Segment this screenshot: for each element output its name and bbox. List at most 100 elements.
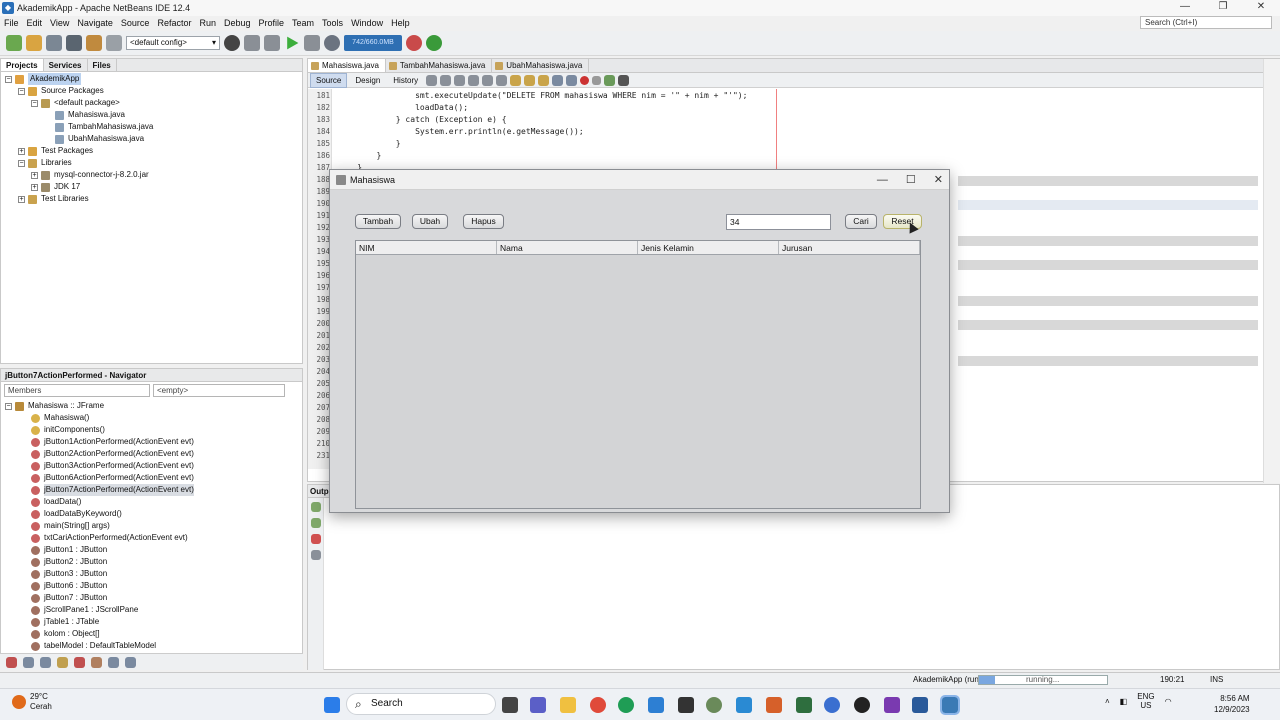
editor-tool-icon[interactable] [482,74,494,86]
filter-icon[interactable] [23,656,34,668]
code-line[interactable]: smt.executeUpdate("DELETE FROM mahasiswa… [338,91,747,100]
stop-macro-icon[interactable] [592,75,602,85]
ubah-button[interactable]: Ubah [412,214,448,229]
maximize-icon[interactable]: ☐ [906,170,916,190]
tree-item-project[interactable]: − AkademikApp [5,73,82,85]
filter-icon[interactable] [40,656,51,668]
language-indicator[interactable]: ENG [1137,692,1154,701]
editor-tool-icon[interactable] [538,74,550,86]
code-line[interactable]: } [338,151,382,160]
open-project-icon[interactable] [46,35,62,51]
tree-item-file[interactable]: Mahasiswa.java [55,109,125,121]
navigator-member[interactable]: txtCariActionPerformed(ActionEvent evt) [31,532,188,544]
navigator-member[interactable]: Mahasiswa() [31,412,89,424]
taskbar-search[interactable]: Search [346,693,496,715]
navigator-member[interactable]: jButton6 : JButton [31,580,107,592]
menu-refactor[interactable]: Refactor [153,18,195,28]
editor-tool-icon[interactable] [454,74,466,86]
minimize-icon[interactable]: — [877,170,888,190]
new-project-icon[interactable] [6,35,22,51]
app-icon[interactable] [912,697,928,713]
tree-item-file[interactable]: UbahMahasiswa.java [55,133,144,145]
maximize-icon[interactable]: ❐ [1204,0,1242,14]
windows-start-icon[interactable] [324,697,340,713]
run-status-label[interactable]: AkademikApp (run) [913,675,981,684]
column-header-nama[interactable]: Nama [497,241,638,254]
navigator-member[interactable]: kolom : Object[] [31,628,100,640]
navigator-member[interactable]: jButton1ActionPerformed(ActionEvent evt) [31,436,194,448]
memory-indicator[interactable]: 742/660.0MB [344,35,402,51]
code-line[interactable]: loadData(); [338,103,468,112]
comment-icon[interactable] [604,74,616,86]
code-line[interactable]: } [338,139,401,148]
browser-icon[interactable] [224,35,240,51]
editor-tab[interactable]: TambahMahasiswa.java [386,59,493,72]
menu-window[interactable]: Window [347,18,387,28]
menu-edit[interactable]: Edit [23,18,47,28]
hapus-button[interactable]: Hapus [463,214,504,229]
navigator-member[interactable]: jButton3 : JButton [31,568,107,580]
navigator-member[interactable]: jTable1 : JTable [31,616,99,628]
source-mode-button[interactable]: Source [310,72,348,88]
app-icon[interactable] [884,697,900,713]
wifi-icon[interactable]: ◠ [1165,697,1172,706]
stop-icon[interactable] [311,534,321,544]
members-select[interactable]: Members [4,384,150,397]
menu-profile[interactable]: Profile [255,18,289,28]
editor-tab[interactable]: Mahasiswa.java [308,59,386,72]
tree-item-libraries[interactable]: − Libraries [18,157,72,169]
navigator-member[interactable]: jButton6ActionPerformed(ActionEvent evt) [31,472,194,484]
navigator-member[interactable]: loadData() [31,496,81,508]
tree-item-test-libraries[interactable]: + Test Libraries [18,193,89,205]
redo-icon[interactable] [106,35,122,51]
file-explorer-icon[interactable] [560,697,576,713]
navigator-member[interactable]: jButton2ActionPerformed(ActionEvent evt) [31,448,194,460]
app-tray-icon[interactable]: ◧ [1120,697,1128,706]
app-icon[interactable] [796,697,812,713]
gc-icon[interactable] [406,35,422,51]
tab-projects[interactable]: Projects [1,59,44,71]
editor-tool-icon[interactable] [440,74,452,86]
sort-icon[interactable] [108,656,119,668]
navigator-member[interactable]: jButton3ActionPerformed(ActionEvent evt) [31,460,194,472]
filter-icon[interactable] [74,656,85,668]
tree-item-test-packages[interactable]: + Test Packages [18,145,93,157]
editor-tool-icon[interactable] [426,74,438,86]
menu-view[interactable]: View [46,18,73,28]
edge-icon[interactable] [618,697,634,713]
navigator-root[interactable]: − Mahasiswa :: JFrame [5,400,104,412]
menu-help[interactable]: Help [387,18,414,28]
app-icon[interactable] [824,697,840,713]
editor-tab[interactable]: UbahMahasiswa.java [492,59,590,72]
vscode-icon[interactable] [648,697,664,713]
run-icon[interactable] [287,36,299,50]
editor-tool-icon[interactable] [552,74,564,86]
search-input[interactable]: 34 [726,214,831,230]
chat-icon[interactable] [530,697,546,713]
profile-icon[interactable] [324,35,340,51]
sort-icon[interactable] [91,656,102,668]
ide-search-input[interactable]: Search (Ctrl+I) [1140,16,1272,29]
column-header-nim[interactable]: NIM [356,241,497,254]
menu-source[interactable]: Source [117,18,154,28]
app-icon[interactable] [678,697,694,713]
app-icon[interactable] [736,697,752,713]
navigator-member[interactable]: jButton2 : JButton [31,556,107,568]
navigator-member[interactable]: loadDataByKeyword() [31,508,122,520]
chrome-icon[interactable] [590,697,606,713]
cari-button[interactable]: Cari [845,214,877,229]
navigator-member[interactable]: main(String[] args) [31,520,110,532]
rerun-icon[interactable] [311,502,321,512]
menu-run[interactable]: Run [195,18,220,28]
close-icon[interactable]: ✕ [1242,0,1280,14]
code-line[interactable]: System.err.println(e.getMessage()); [338,127,584,136]
editor-scrollbar[interactable] [1263,59,1280,483]
build-icon[interactable] [244,35,260,51]
weather-widget[interactable]: 29°C Cerah [12,692,52,712]
tree-item-source-packages[interactable]: − Source Packages [18,85,104,97]
navigator-member[interactable]: jButton1 : JButton [31,544,107,556]
rerun-icon[interactable] [311,518,321,528]
code-line[interactable]: } catch (Exception e) { [338,115,507,124]
tab-services[interactable]: Services [44,59,88,71]
clock[interactable]: 8:56 AM 12/9/2023 [1214,693,1250,715]
